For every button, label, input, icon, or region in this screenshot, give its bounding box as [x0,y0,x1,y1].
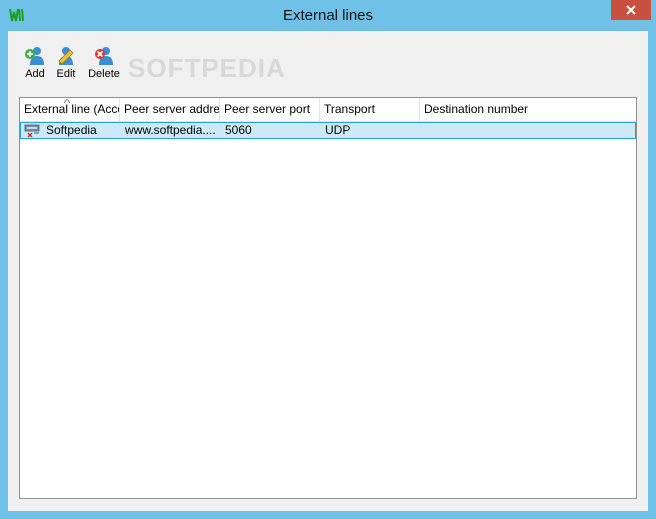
add-button-label: Add [25,68,45,80]
list-header: External line (Acco Peer server addres P… [20,98,636,122]
close-icon [626,5,636,15]
external-lines-window: External lines SOFTPEDIA Add Edit Delete… [0,0,656,519]
delete-button-label: Delete [88,68,120,80]
edit-user-icon [58,47,74,65]
softpedia-watermark: SOFTPEDIA [128,53,286,83]
cell-transport: UDP [325,123,351,137]
delete-button[interactable]: Delete [86,45,122,87]
column-header-peer-server-address[interactable]: Peer server addres [120,98,220,121]
column-header-external-line[interactable]: External line (Acco [20,98,120,121]
column-header-destination-number[interactable]: Destination number [420,98,636,121]
edit-button[interactable]: Edit [54,45,78,87]
external-line-icon [24,124,40,138]
window-title: External lines [282,7,374,24]
toolbar: SOFTPEDIA Add Edit Delete [8,31,648,91]
cell-external-line: Softpedia [46,123,97,137]
sort-ascending-icon [64,99,70,103]
column-header-peer-server-port[interactable]: Peer server port [220,98,320,121]
cell-peer-server-port: 5060 [225,123,252,137]
title-bar[interactable]: External lines [0,0,656,31]
client-area: SOFTPEDIA Add Edit Delete External line … [8,31,648,511]
add-user-icon [25,47,44,65]
close-button[interactable] [611,0,651,20]
delete-user-icon [95,47,113,65]
add-button[interactable]: Add [22,45,48,87]
cell-destination-number [421,123,635,138]
cell-peer-server-address: www.softpedia.... [125,123,216,137]
external-lines-list[interactable]: External line (Acco Peer server addres P… [19,97,637,499]
edit-button-label: Edit [56,68,76,80]
column-header-transport[interactable]: Transport [320,98,420,121]
table-row[interactable]: Softpedia www.softpedia.... 5060 UDP [20,122,636,139]
